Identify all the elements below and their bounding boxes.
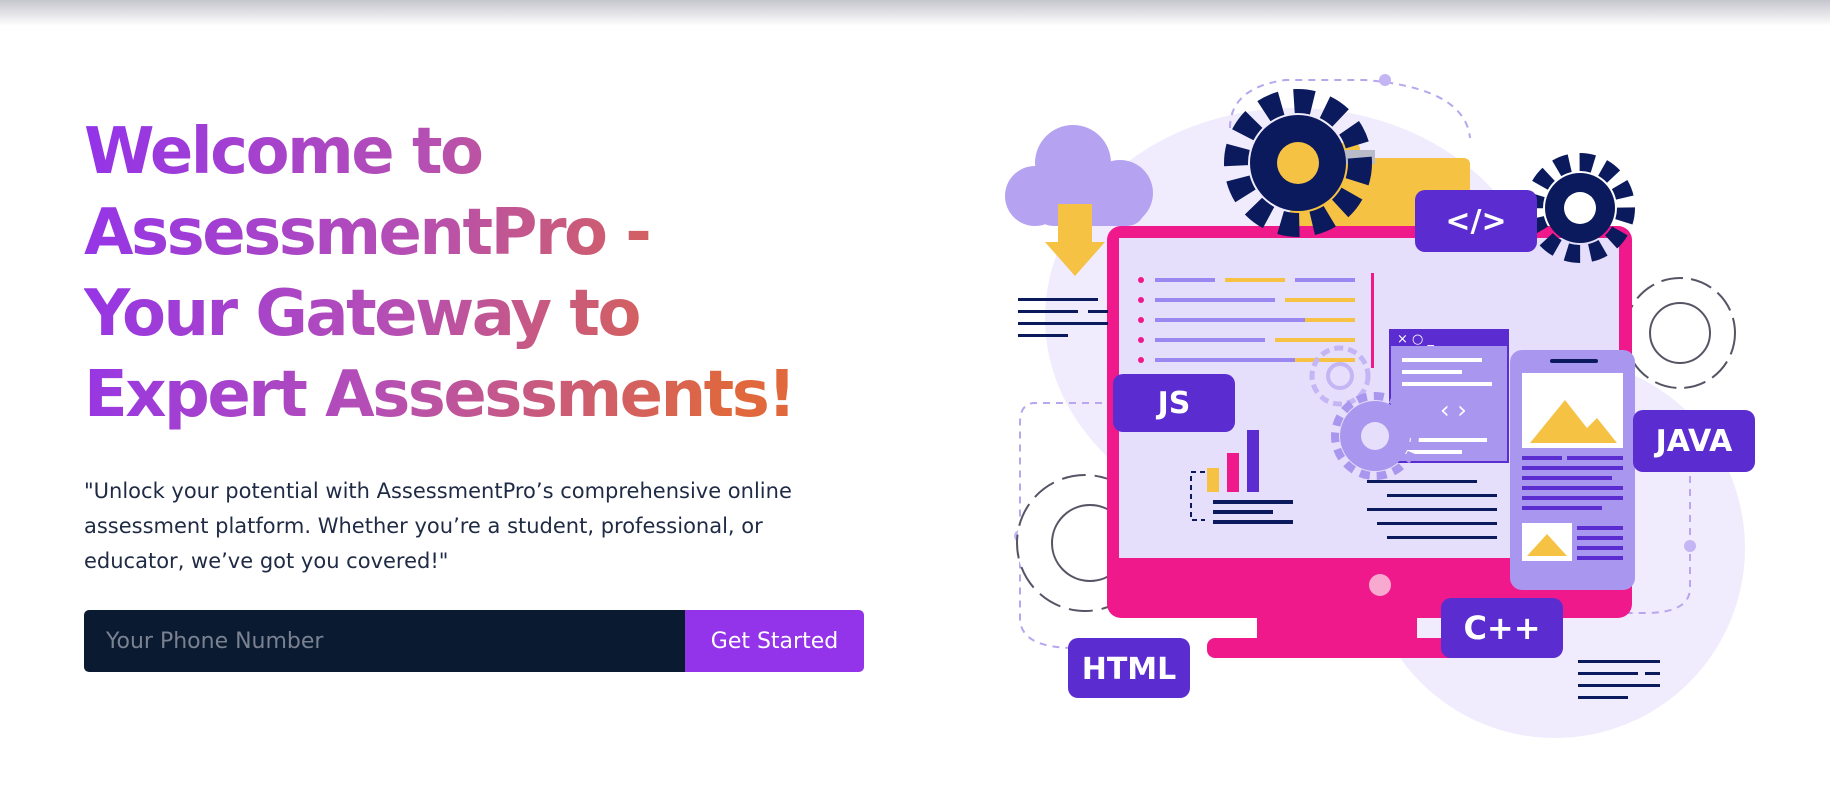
java-label: JAVA xyxy=(1654,424,1734,459)
svg-text:‹ ›: ‹ › xyxy=(1440,396,1467,424)
phone-number-input[interactable] xyxy=(84,610,685,672)
js-badge: JS xyxy=(1113,374,1235,432)
cpp-badge: C++ xyxy=(1441,598,1563,658)
top-shadow xyxy=(0,0,1830,26)
phone-icon xyxy=(1510,350,1635,590)
hero-section: Welcome to AssessmentPro - Your Gateway … xyxy=(84,112,884,579)
html-badge: HTML xyxy=(1068,638,1190,698)
cpp-label: C++ xyxy=(1463,609,1540,647)
code-tag-badge: </> xyxy=(1415,190,1537,252)
connector-dot xyxy=(1379,74,1391,86)
navy-gear-small-icon xyxy=(1525,153,1635,263)
hero-headline: Welcome to AssessmentPro - Your Gateway … xyxy=(84,112,804,436)
code-tag-label: </> xyxy=(1445,204,1506,239)
hero-subtitle: "Unlock your potential with AssessmentPr… xyxy=(84,479,792,573)
connector-dot xyxy=(1684,540,1696,552)
java-badge: JAVA xyxy=(1633,410,1755,472)
window-controls: × ○ _ xyxy=(1397,332,1435,347)
phone-signup-form: Get Started xyxy=(84,610,864,672)
get-started-button[interactable]: Get Started xyxy=(685,610,864,672)
html-label: HTML xyxy=(1082,652,1177,687)
outline-gear-right-icon xyxy=(1624,277,1736,389)
js-label: JS xyxy=(1156,386,1191,421)
coding-illustration: × ○ _ ‹ › </> JS JAVA C++ HTML xyxy=(1005,74,1755,738)
